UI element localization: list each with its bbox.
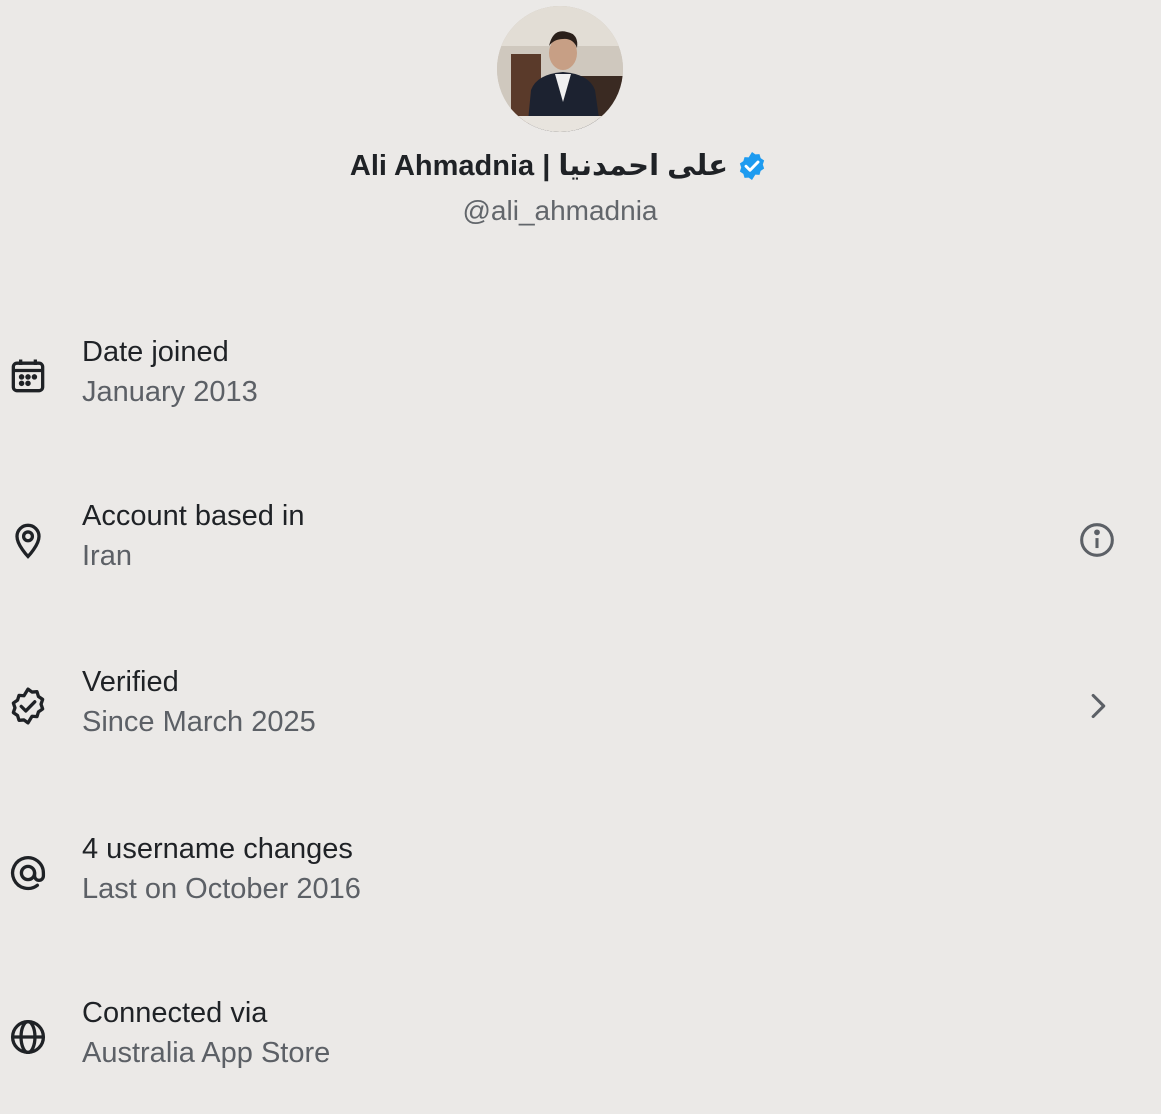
chevron-right-icon[interactable] — [1074, 683, 1120, 729]
detail-value: Australia App Store — [82, 1037, 331, 1069]
location-pin-icon — [6, 518, 50, 562]
calendar-icon — [6, 354, 50, 398]
detail-row-date-joined: Date joined January 2013 — [0, 336, 1161, 426]
globe-icon — [6, 1015, 50, 1059]
detail-label: Connected via — [82, 997, 268, 1029]
profile-header: Ali Ahmadnia | علی احمدنیا @ali_ahmadnia — [0, 0, 1161, 250]
username-handle: @ali_ahmadnia — [462, 195, 658, 226]
detail-label: Account based in — [82, 500, 305, 532]
verified-badge-icon[interactable] — [736, 150, 768, 182]
detail-value: Iran — [82, 540, 132, 572]
detail-label: 4 username changes — [82, 833, 353, 865]
at-sign-icon — [6, 851, 50, 895]
display-name: Ali Ahmadnia | علی احمدنیا — [349, 150, 729, 182]
detail-value: Last on October 2016 — [82, 873, 361, 905]
detail-label: Date joined — [82, 336, 229, 368]
detail-row-verified[interactable]: Verified Since March 2025 — [0, 666, 1161, 756]
detail-row-connected-via: Connected via Australia App Store — [0, 997, 1161, 1087]
detail-value: Since March 2025 — [82, 706, 316, 738]
detail-label: Verified — [82, 666, 179, 698]
detail-row-username-changes: 4 username changes Last on October 2016 — [0, 833, 1161, 923]
avatar[interactable] — [497, 6, 623, 132]
info-icon[interactable] — [1074, 517, 1120, 563]
verified-outline-icon — [6, 684, 50, 728]
detail-value: January 2013 — [82, 376, 258, 408]
display-name-row: Ali Ahmadnia | علی احمدنیا — [0, 148, 1118, 183]
detail-row-account-based-in: Account based in Iran — [0, 500, 1161, 590]
